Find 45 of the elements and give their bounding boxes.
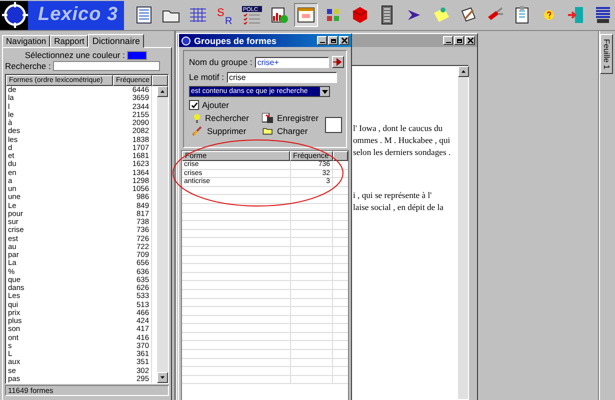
color-label: Sélectionnez une couleur : [24, 50, 125, 60]
target-icon [181, 36, 191, 46]
caret-icon [322, 90, 328, 94]
panel-tab[interactable]: Rapport [50, 35, 88, 47]
pattern-label: Le motif : [189, 72, 224, 82]
close-icon[interactable] [465, 36, 475, 45]
search-button[interactable]: Rechercher [189, 113, 259, 123]
calendar-icon[interactable] [294, 3, 318, 27]
text-line: ommes . M . Huckabee , qui [353, 134, 452, 146]
text-line: selon les derniers sondages . [353, 146, 452, 158]
group-name-field[interactable]: crise+ [255, 56, 330, 68]
text-line: laise social , en dépit de la [353, 201, 444, 213]
maximize-icon[interactable] [328, 36, 338, 45]
minimize-icon[interactable] [443, 36, 453, 45]
panel-tab[interactable]: Dictionnaire [88, 34, 144, 48]
folder-icon [262, 127, 274, 135]
color-swatch[interactable] [127, 50, 147, 60]
search-field[interactable] [52, 61, 160, 71]
color-box[interactable] [325, 116, 342, 132]
delete-button[interactable]: Supprimer [189, 126, 259, 136]
save-page-icon [262, 113, 274, 123]
minimize-icon[interactable] [317, 36, 327, 45]
panel-tab[interactable]: Navigation [2, 35, 50, 47]
text-line: i , qui se représente à l' [353, 189, 433, 201]
text-line: l' Iowa , dont le caucus du [353, 122, 444, 134]
load-button[interactable]: Charger [259, 126, 319, 136]
broom-icon [192, 126, 204, 136]
sheet-tab[interactable]: Feuille 1 [600, 34, 613, 74]
scrollbar[interactable] [157, 86, 168, 383]
search-label: Recherche : [5, 61, 51, 71]
save-button[interactable]: Enregistrer [259, 113, 319, 123]
dialog-title: Groupes de formes [194, 36, 278, 46]
text-area[interactable]: l' Iowa , dont le caucus du ommes . M . Huckabee , qui selon les derniers sondages . i , qui se représente à l' laise social , en dépit de la [351, 66, 458, 399]
add-checkbox[interactable]: Ajouter [189, 100, 342, 110]
lightbulb-icon [192, 113, 202, 123]
letters-icon[interactable]: S R [213, 3, 237, 27]
logo-text: Lexico 3 [38, 4, 118, 26]
arrow-button[interactable] [332, 56, 344, 68]
close-icon[interactable] [339, 36, 349, 45]
pattern-field[interactable]: crise [226, 72, 337, 82]
group-name-label: Nom du groupe : [189, 57, 252, 67]
maximize-icon[interactable] [454, 36, 464, 45]
target-icon [2, 2, 28, 28]
checkmark-icon [190, 102, 198, 108]
scrollbar[interactable] [458, 66, 468, 399]
